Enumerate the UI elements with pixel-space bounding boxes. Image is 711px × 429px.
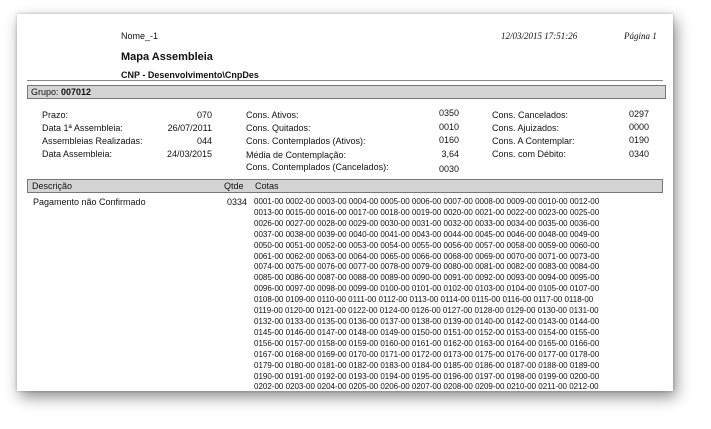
cons-quitados-value: 0010 [438, 122, 459, 132]
col-cotas: Cotas [255, 181, 279, 191]
data-assembleia-value: 24/03/2015 [166, 149, 212, 159]
cotas-line: 0085-00 0086-00 0087-00 0088-00 0089-00 … [254, 273, 600, 283]
cotas-line: 0001-00 0002-00 0003-00 0004-00 0005-00 … [254, 197, 600, 206]
cotas-line: 0037-00 0038-00 0039-00 0040-00 0041-00 … [254, 229, 600, 239]
cotas-line: 0108-00 0109-00 0110-00 0111-00 0112-00 … [254, 295, 594, 305]
cons-ajuizados-value: 0000 [628, 122, 649, 132]
header-divider [27, 80, 663, 81]
cons-com-debito-label: Cons. com Débito: [492, 149, 567, 159]
col-descricao: Descrição [32, 181, 73, 191]
group-bar: Grupo: 007012 [27, 85, 666, 99]
cons-a-contemplar-value: 0190 [628, 135, 649, 145]
group-label: Grupo: [31, 87, 59, 97]
cotas-line: 0074-00 0075-00 0076-00 0077-00 0078-00 … [254, 262, 600, 272]
cotas-line: 0145-00 0146-00 0147-00 0148-00 0149-00 … [254, 327, 600, 337]
cons-contemplados-ativos-value: 0160 [438, 135, 459, 145]
cotas-line: 0061-00 0062-00 0063-00 0064-00 0065-00 … [254, 251, 600, 261]
cotas-line: 0179-00 0180-00 0181-00 0182-00 0183-00 … [254, 360, 600, 370]
cons-cancelados-label: Cons. Cancelados: [492, 110, 569, 120]
page-number: Página 1 [624, 31, 657, 41]
cotas-line: 0156-00 0157-00 0158-00 0159-00 0160-00 … [254, 338, 600, 348]
media-contemplacao-value: 3,64 [441, 149, 459, 159]
cons-com-debito-value: 0340 [628, 149, 649, 159]
file-name: Nome_-1 [121, 31, 159, 41]
prazo-value: 070 [196, 110, 212, 120]
cons-quitados-label: Cons. Quitados: [246, 123, 311, 133]
cons-contemplados-ativos-label: Cons. Contemplados (Ativos): [246, 136, 366, 146]
media-contemplacao-label: Média de Contemplação: [246, 150, 347, 160]
cons-ativos-value: 0350 [438, 108, 459, 118]
cotas-line: 0202-00 0203-00 0204-00 0205-00 0206-00 … [254, 382, 599, 391]
group-value: 007012 [61, 87, 92, 97]
cotas-line: 0132-00 0133-00 0135-00 0136-00 0137-00 … [254, 316, 600, 326]
cotas-line: 0026-00 0027-00 0028-00 0029-00 0030-00 … [254, 218, 600, 228]
row-descricao: Pagamento não Confirmado [33, 197, 146, 207]
data-assembleia-label: Data Assembleia: [42, 149, 113, 159]
assembleias-realizadas-label: Assembleias Realizadas: [42, 136, 143, 146]
row-cotas: 0001-00 0002-00 0003-00 0004-00 0005-00 … [254, 197, 659, 391]
data-primeira-assembleia-value: 26/07/2011 [167, 123, 212, 133]
cotas-line: 0096-00 0097-00 0098-00 0099-00 0100-00 … [254, 284, 600, 294]
cons-contemplados-cancelados-value: 0030 [438, 164, 459, 174]
cotas-line: 0050-00 0051-00 0052-00 0053-00 0054-00 … [254, 240, 600, 250]
report-subtitle: CNP - Desenvolvimento\CnpDes [121, 70, 259, 80]
cotas-line: 0190-00 0191-00 0192-00 0193-00 0194-00 … [254, 371, 600, 381]
cotas-line: 0167-00 0168-00 0169-00 0170-00 0171-00 … [254, 349, 600, 359]
cons-cancelados-value: 0297 [628, 109, 649, 119]
data-primeira-assembleia-label: Data 1ª Assembleia: [42, 123, 123, 133]
print-datetime: 12/03/2015 17:51:26 [501, 31, 578, 41]
row-qtde: 0334 [226, 197, 247, 207]
cons-ativos-label: Cons. Ativos: [246, 110, 299, 120]
assembleias-realizadas-value: 044 [196, 136, 212, 146]
col-qtde: Qtde [224, 181, 244, 191]
cons-a-contemplar-label: Cons. A Contemplar: [492, 136, 575, 146]
cotas-line: 0119-00 0120-00 0121-00 0122-00 0124-00 … [254, 306, 599, 316]
cotas-line: 0013-00 0015-00 0016-00 0017-00 0018-00 … [254, 207, 600, 217]
report-title: Mapa Assembleia [121, 51, 213, 63]
cons-contemplados-cancelados-label: Cons. Contemplados (Cancelados): [246, 162, 389, 172]
prazo-label: Prazo: [42, 110, 69, 120]
cons-ajuizados-label: Cons. Ajuizados: [492, 123, 560, 133]
report-page: Nome_-1 12/03/2015 17:51:26 Página 1 Map… [17, 14, 673, 391]
table-header: Descrição Qtde Cotas [27, 179, 663, 193]
